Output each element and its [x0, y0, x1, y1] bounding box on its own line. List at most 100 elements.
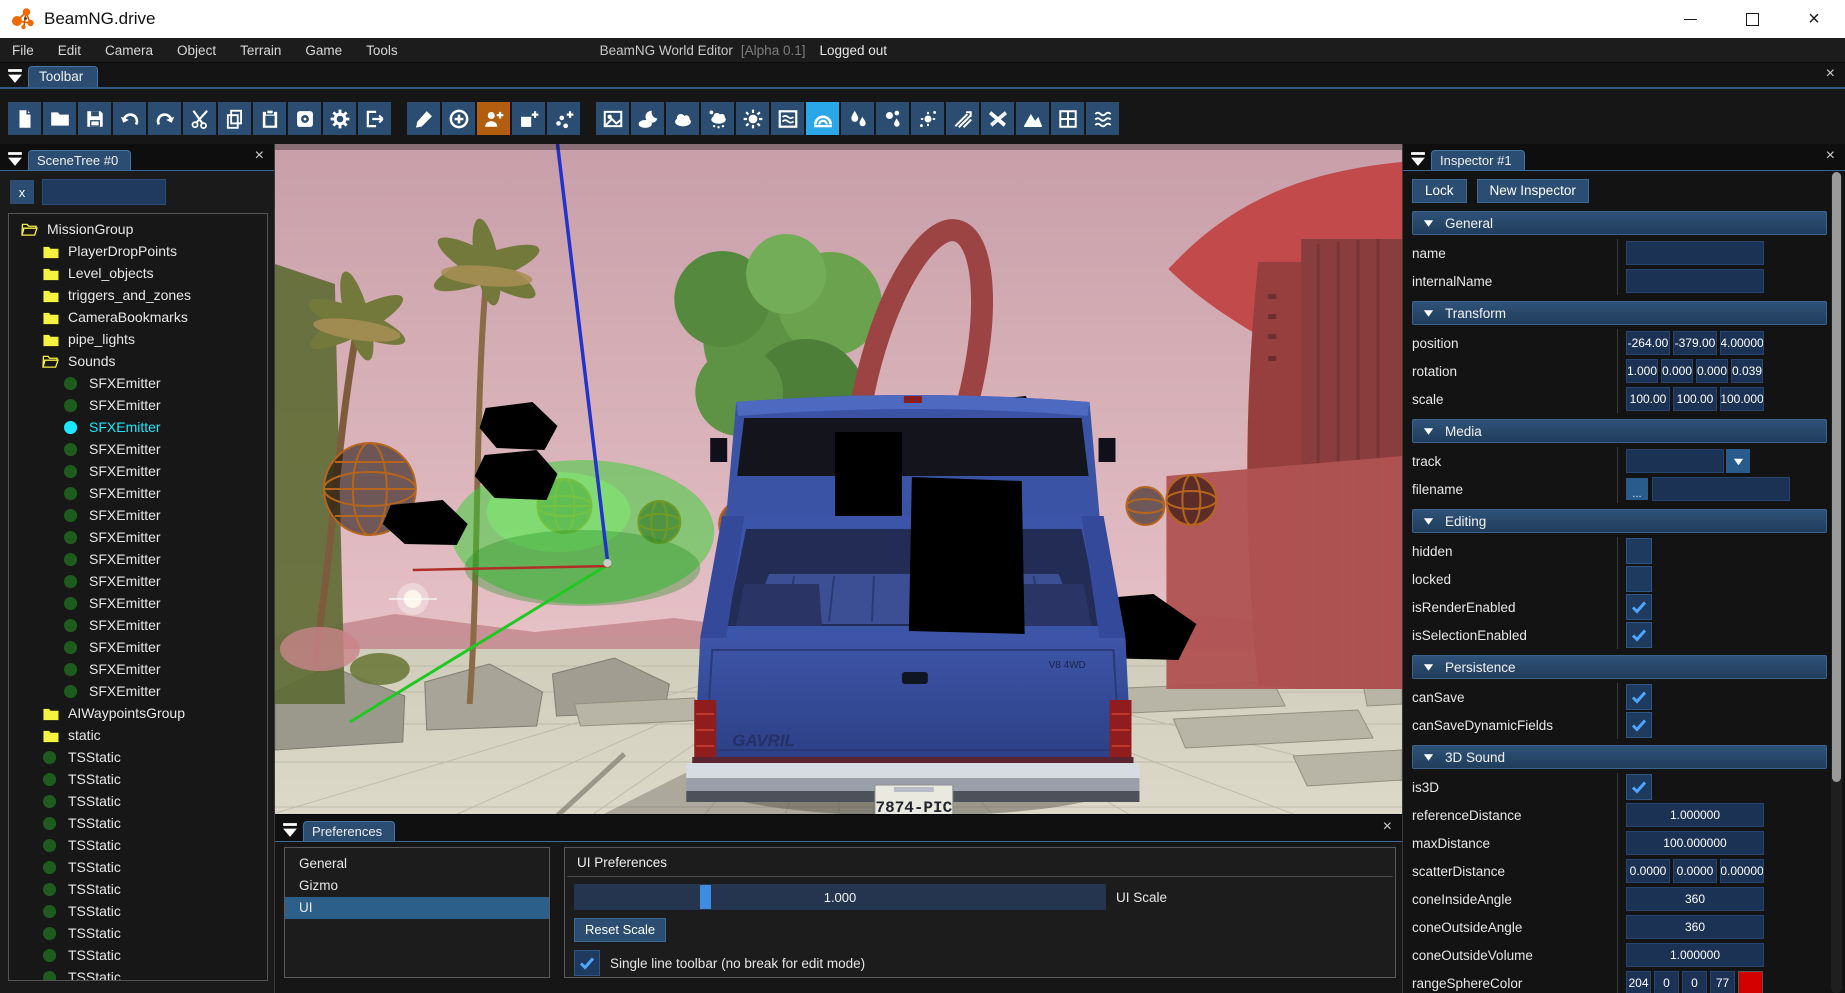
toolbar-rain-drops-button[interactable] — [841, 102, 874, 135]
section-header-persistence[interactable]: Persistence — [1412, 655, 1827, 679]
tree-item-tsstatic[interactable]: TSStatic — [9, 922, 267, 944]
inspector-close-icon[interactable]: × — [1826, 147, 1835, 165]
checkbox-hidden[interactable] — [1626, 538, 1652, 564]
panel-menu-icon[interactable] — [4, 149, 26, 169]
field-input-rotation[interactable]: 1.000 — [1626, 359, 1658, 383]
scenetree-tab[interactable]: SceneTree #0 — [28, 150, 132, 170]
browse-file-button[interactable]: ... — [1626, 478, 1648, 500]
tree-item-sfxemitter[interactable]: SFXEmitter — [9, 592, 267, 614]
tree-item-level_objects[interactable]: Level_objects — [9, 262, 267, 284]
scenetree-close-icon[interactable]: × — [255, 147, 264, 165]
toolbar-add-object-button[interactable] — [512, 102, 545, 135]
toolbar-water-button[interactable] — [771, 102, 804, 135]
tree-item-sfxemitter[interactable]: SFXEmitter — [9, 394, 267, 416]
field-input-rangeSphereColor[interactable]: 0 — [1654, 971, 1679, 993]
tree-item-tsstatic[interactable]: TSStatic — [9, 856, 267, 878]
toolbar-settings-gear-button[interactable] — [323, 102, 356, 135]
field-input-scale[interactable]: 100.00 — [1626, 387, 1670, 411]
field-input-position[interactable]: -264.00 — [1626, 331, 1670, 355]
checkbox-locked[interactable] — [1626, 566, 1652, 592]
reset-scale-button[interactable]: Reset Scale — [574, 918, 667, 942]
field-input-coneOutsideAngle[interactable]: 360 — [1626, 915, 1764, 939]
toolbar-sky-button[interactable] — [596, 102, 629, 135]
tree-item-sfxemitter[interactable]: SFXEmitter — [9, 372, 267, 394]
toolbar-new-file-button[interactable] — [8, 102, 41, 135]
tree-item-sfxemitter[interactable]: SFXEmitter — [9, 460, 267, 482]
field-input-scatterDistance[interactable]: 0.00000 — [1720, 859, 1764, 883]
tree-item-tsstatic[interactable]: TSStatic — [9, 746, 267, 768]
field-input-rotation[interactable]: 0.000 — [1661, 359, 1693, 383]
field-input-internalName[interactable] — [1626, 269, 1764, 293]
toolbar-export-button[interactable] — [358, 102, 391, 135]
menu-camera[interactable]: Camera — [93, 43, 165, 58]
menu-file[interactable]: File — [0, 43, 46, 58]
tree-item-tsstatic[interactable]: TSStatic — [9, 768, 267, 790]
field-input-name[interactable] — [1626, 241, 1764, 265]
checkbox-is3D[interactable] — [1626, 774, 1652, 800]
toolbar-cloud-snow-button[interactable] — [701, 102, 734, 135]
tree-item-sfxemitter[interactable]: SFXEmitter — [9, 570, 267, 592]
toolbar-light-rays-button[interactable] — [911, 102, 944, 135]
section-header-editing[interactable]: Editing — [1412, 509, 1827, 533]
tree-item-sfxemitter[interactable]: SFXEmitter — [9, 504, 267, 526]
toolbar-mountain-button[interactable] — [1016, 102, 1049, 135]
toolbar-cloud-button[interactable] — [666, 102, 699, 135]
toolbar-grid-button[interactable] — [1051, 102, 1084, 135]
panel-menu-icon[interactable] — [4, 66, 26, 86]
tree-item-pipe_lights[interactable]: pipe_lights — [9, 328, 267, 350]
field-input-position[interactable]: 4.00000 — [1720, 331, 1764, 355]
menu-terrain[interactable]: Terrain — [228, 43, 293, 58]
field-input-scale[interactable]: 100.00 — [1673, 387, 1717, 411]
new-inspector-button[interactable]: New Inspector — [1476, 179, 1589, 203]
toolbar-undo-button[interactable] — [113, 102, 146, 135]
toolbar-paste-button[interactable] — [253, 102, 286, 135]
tree-item-tsstatic[interactable]: TSStatic — [9, 878, 267, 900]
toolbar-cut-button[interactable] — [183, 102, 216, 135]
tree-item-sfxemitter[interactable]: SFXEmitter — [9, 658, 267, 680]
field-input-scale[interactable]: 100.000 — [1720, 387, 1764, 411]
toolbar-cloud-night-button[interactable] — [631, 102, 664, 135]
maximize-button[interactable] — [1721, 0, 1783, 38]
toolbar-rainbow-button[interactable] — [806, 102, 839, 135]
preferences-close-icon[interactable]: × — [1383, 818, 1392, 836]
tree-item-sfxemitter[interactable]: SFXEmitter — [9, 636, 267, 658]
toolbar-add-node-button[interactable] — [547, 102, 580, 135]
preferences-tab[interactable]: Preferences — [303, 821, 396, 841]
toolbar-sun-button[interactable] — [736, 102, 769, 135]
color-swatch[interactable] — [1738, 971, 1763, 993]
field-input-referenceDistance[interactable]: 1.000000 — [1626, 803, 1764, 827]
field-input-rangeSphereColor[interactable]: 77 — [1710, 971, 1735, 993]
toolbar-particles-button[interactable] — [876, 102, 909, 135]
checkbox-canSaveDynamicFields[interactable] — [1626, 712, 1652, 738]
tree-item-sfxemitter[interactable]: SFXEmitter — [9, 548, 267, 570]
menu-game[interactable]: Game — [293, 43, 354, 58]
field-input-filename[interactable] — [1652, 477, 1790, 501]
section-header-3d-sound[interactable]: 3D Sound — [1412, 745, 1827, 769]
section-header-media[interactable]: Media — [1412, 419, 1827, 443]
toolbar-edit-pencil-button[interactable] — [407, 102, 440, 135]
tree-item-sounds[interactable]: Sounds — [9, 350, 267, 372]
menu-edit[interactable]: Edit — [46, 43, 93, 58]
pref-category-general[interactable]: General — [285, 853, 549, 875]
tree-item-triggers_and_zones[interactable]: triggers_and_zones — [9, 284, 267, 306]
tree-item-tsstatic[interactable]: TSStatic — [9, 944, 267, 966]
ui-scale-slider[interactable]: 1.000 — [574, 884, 1106, 910]
field-input-coneOutsideVolume[interactable]: 1.000000 — [1626, 943, 1764, 967]
toolbar-copy-button[interactable] — [218, 102, 251, 135]
toolbar-add-circle-button[interactable] — [442, 102, 475, 135]
field-input-position[interactable]: -379.00 — [1673, 331, 1717, 355]
tree-item-sfxemitter[interactable]: SFXEmitter — [9, 416, 267, 438]
tree-item-missiongroup[interactable]: MissionGroup — [9, 218, 267, 240]
checkbox-isSelectionEnabled[interactable] — [1626, 622, 1652, 648]
tree-item-static[interactable]: static — [9, 724, 267, 746]
tree-item-sfxemitter[interactable]: SFXEmitter — [9, 680, 267, 702]
tree-item-sfxemitter[interactable]: SFXEmitter — [9, 614, 267, 636]
toolbar-waves-button[interactable] — [1086, 102, 1119, 135]
lock-button[interactable]: Lock — [1412, 179, 1467, 203]
tree-item-tsstatic[interactable]: TSStatic — [9, 966, 267, 980]
toolbar-tab[interactable]: Toolbar — [28, 66, 99, 87]
field-dropdown-track[interactable] — [1626, 449, 1724, 473]
tree-item-sfxemitter[interactable]: SFXEmitter — [9, 482, 267, 504]
panel-menu-icon[interactable] — [279, 820, 301, 840]
tree-item-tsstatic[interactable]: TSStatic — [9, 790, 267, 812]
